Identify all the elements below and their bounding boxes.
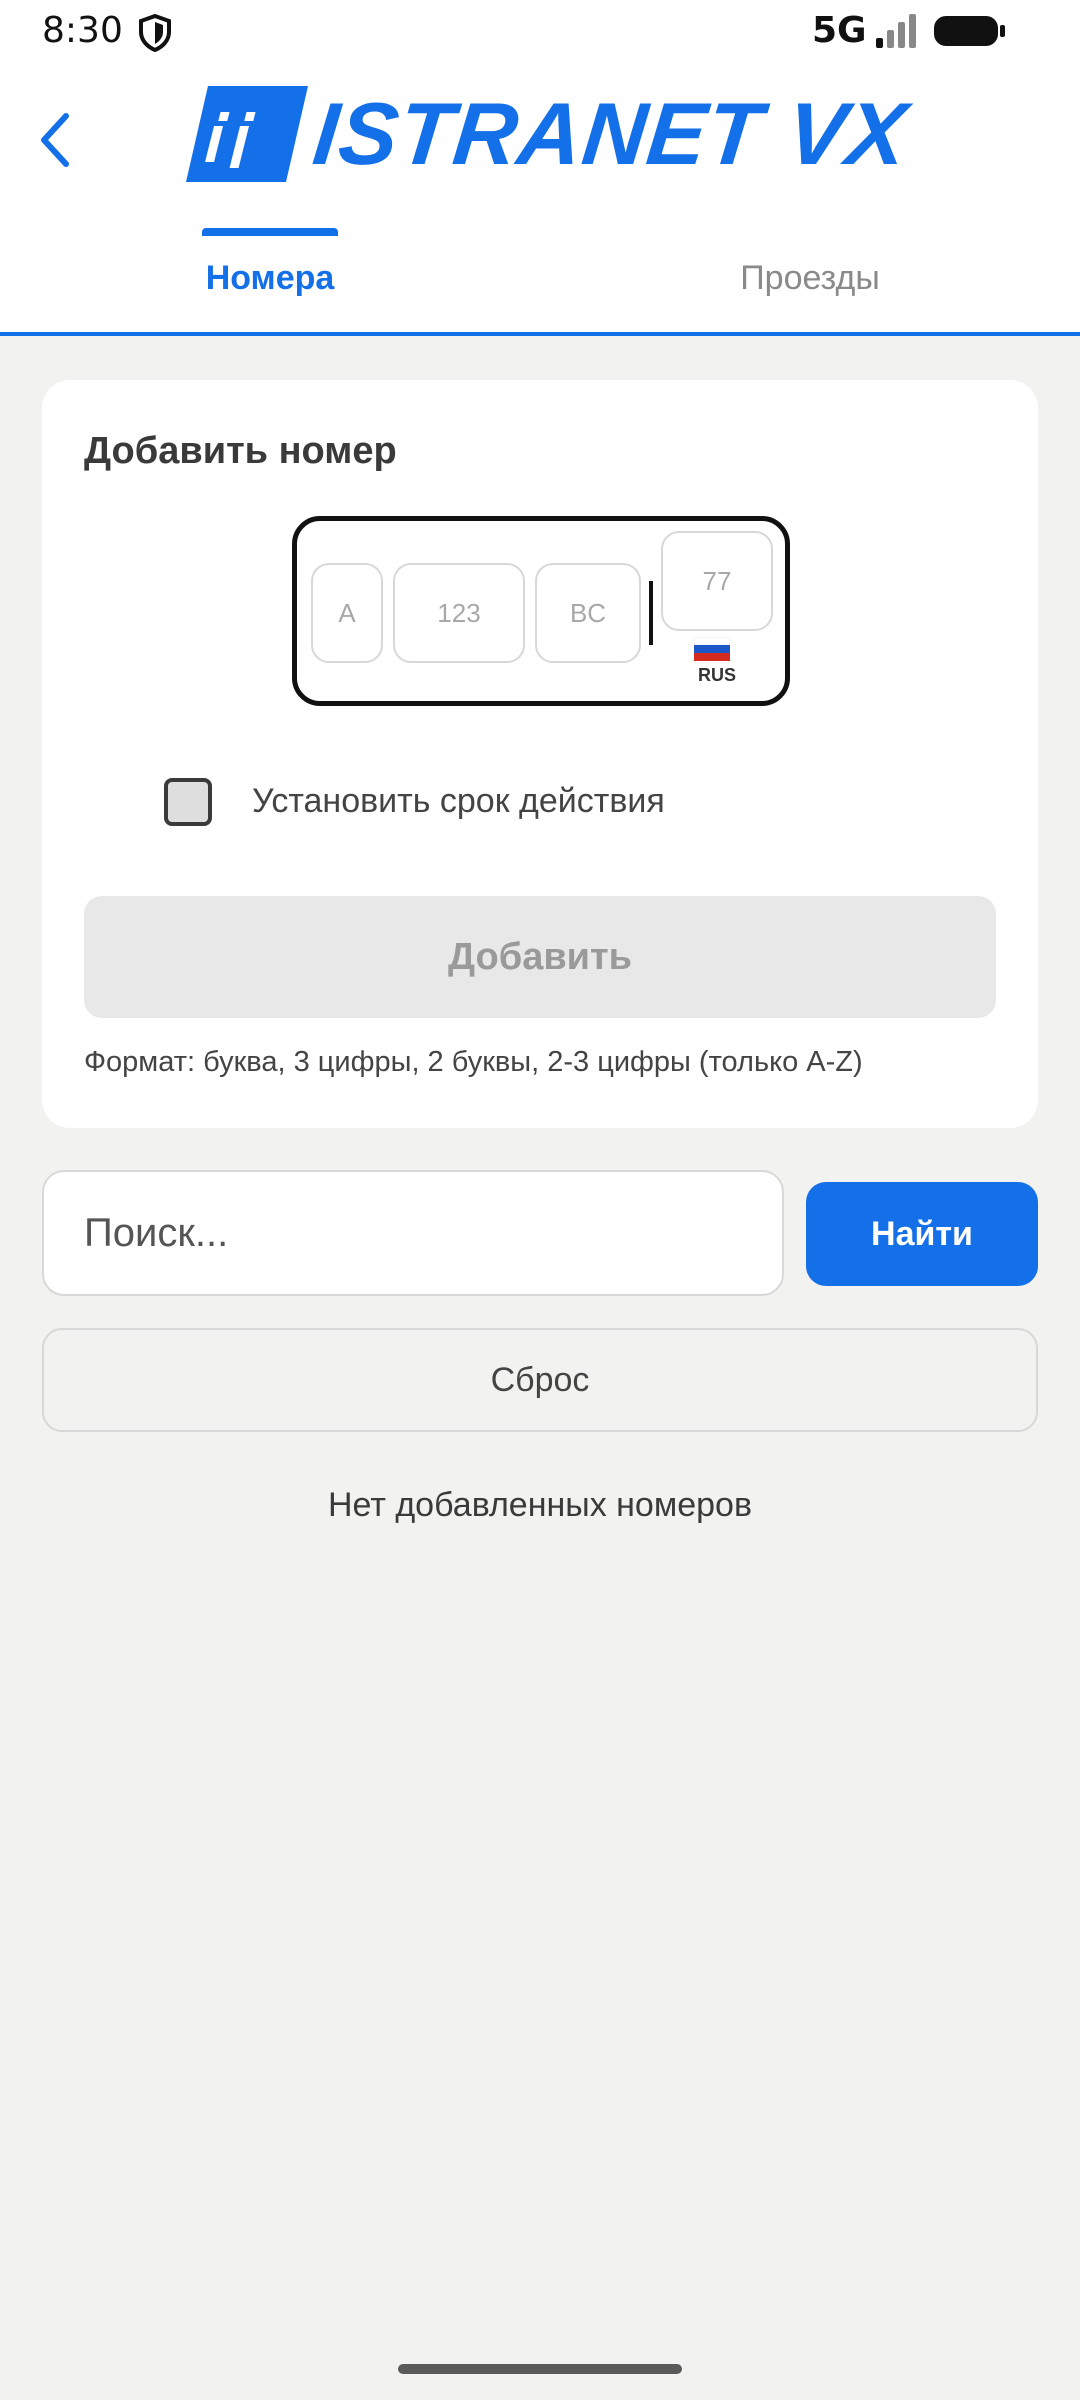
plate-region-field[interactable]: 77 [661,531,773,631]
add-plate-card: Добавить номер A 123 BC 77 RUS Установит… [42,380,1038,1128]
license-plate-input: A 123 BC 77 RUS [292,516,790,706]
app-screen: 8:30 5G ISTRANET VX Номера Проезды Добав… [0,0,1080,2400]
expiry-checkbox-row: Установить срок действия [120,776,920,832]
format-hint: Формат: буква, 3 цифры, 2 буквы, 2-3 циф… [84,1046,863,1078]
reset-button[interactable]: Сброс [42,1328,1038,1432]
expiry-checkbox[interactable] [164,778,212,826]
shield-icon [139,14,171,52]
search-input[interactable] [42,1170,784,1296]
add-plate-button[interactable]: Добавить [84,896,996,1018]
russia-flag-icon [694,637,730,661]
network-type: 5G [812,10,867,51]
istranet-logo: ISTRANET VX [186,84,916,192]
plate-series-field[interactable]: BC [535,563,641,663]
empty-state-message: Нет добавленных номеров [327,1486,753,1524]
battery-icon [934,16,1005,46]
plate-country-code: RUS [697,665,736,685]
status-time: 8:30 [42,10,123,51]
plate-divider [649,581,653,645]
signal-icon [876,14,916,48]
logo-mark-icon [186,86,308,182]
app-header: ISTRANET VX Номера Проезды [0,64,1080,336]
tab-passes[interactable]: Проезды [540,224,1080,332]
tab-numbers[interactable]: Номера [0,224,540,332]
logo-text: ISTRANET VX [308,84,913,183]
tab-bar: Номера Проезды [0,224,1080,332]
card-title: Добавить номер [84,430,397,472]
chevron-left-icon[interactable] [30,100,84,180]
home-indicator[interactable] [398,2364,682,2374]
status-bar: 8:30 5G [0,0,1080,64]
plate-digits-field[interactable]: 123 [393,563,525,663]
active-tab-indicator [202,228,338,236]
expiry-checkbox-label[interactable]: Установить срок действия [252,782,665,821]
find-button[interactable]: Найти [806,1182,1038,1286]
plate-letter-field[interactable]: A [311,563,383,663]
